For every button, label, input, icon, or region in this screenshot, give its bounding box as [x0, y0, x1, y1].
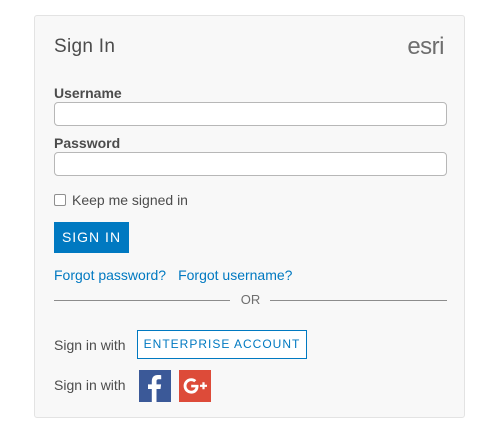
- facebook-icon[interactable]: [139, 370, 171, 402]
- forgot-username-link[interactable]: Forgot username?: [178, 267, 292, 283]
- password-input[interactable]: [54, 152, 447, 176]
- social-sign-in-label: Sign in with: [54, 377, 126, 393]
- keep-signed-in-row[interactable]: Keep me signed in: [54, 192, 188, 208]
- keep-signed-in-label[interactable]: Keep me signed in: [72, 192, 188, 208]
- keep-signed-in-checkbox[interactable]: [54, 194, 66, 206]
- enterprise-account-button[interactable]: ENTERPRISE ACCOUNT: [137, 330, 307, 359]
- username-input[interactable]: [54, 102, 447, 126]
- forgot-password-link[interactable]: Forgot password?: [54, 267, 166, 283]
- username-label: Username: [54, 85, 122, 101]
- sign-in-button[interactable]: SIGN IN: [54, 222, 129, 253]
- divider-line-right: [270, 300, 447, 301]
- page-title: Sign In: [54, 36, 116, 57]
- password-label: Password: [54, 135, 121, 151]
- forgot-links: Forgot password? Forgot username?: [54, 267, 292, 283]
- esri-logo: esri: [407, 33, 444, 60]
- or-divider: OR: [54, 292, 447, 310]
- google-plus-icon[interactable]: [179, 370, 211, 402]
- sign-in-panel: Sign In esri Username Password Keep me s…: [34, 15, 465, 418]
- enterprise-sign-in-label: Sign in with: [54, 337, 126, 353]
